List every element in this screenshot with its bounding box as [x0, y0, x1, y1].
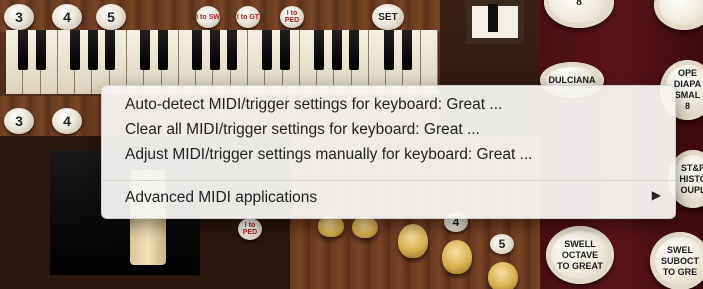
- black-key[interactable]: [314, 30, 324, 70]
- menu-item-advanced-midi[interactable]: Advanced MIDI applications: [125, 189, 317, 207]
- toe-stud[interactable]: [442, 240, 472, 274]
- piston-button[interactable]: 4: [52, 108, 82, 134]
- black-key[interactable]: [88, 30, 98, 70]
- menu-item-clear-all[interactable]: Clear all MIDI/trigger settings for keyb…: [125, 121, 480, 139]
- piston-button[interactable]: 3: [4, 4, 34, 30]
- piston-button[interactable]: 4: [52, 4, 82, 30]
- stop-knob[interactable]: SWEL SUBOCT TO GRE: [650, 232, 703, 289]
- piston-button[interactable]: 3: [4, 108, 34, 134]
- coupler-piston[interactable]: I to GT: [236, 6, 260, 28]
- black-key[interactable]: [262, 30, 272, 70]
- stop-knob[interactable]: SWELL OCTAVE TO GREAT: [546, 226, 614, 284]
- black-key[interactable]: [140, 30, 150, 70]
- black-key[interactable]: [158, 30, 168, 70]
- coupler-piston[interactable]: I to SW: [196, 6, 220, 28]
- toe-stud[interactable]: [488, 262, 518, 289]
- black-key[interactable]: [192, 30, 202, 70]
- black-key[interactable]: [402, 30, 412, 70]
- black-key[interactable]: [349, 30, 359, 70]
- black-key[interactable]: [70, 30, 80, 70]
- coupler-piston[interactable]: I to PED: [238, 218, 262, 240]
- coupler-piston[interactable]: I to PED: [280, 6, 304, 28]
- piston-button[interactable]: 5: [490, 234, 514, 254]
- menu-separator: [102, 180, 675, 181]
- menu-item-auto-detect[interactable]: Auto-detect MIDI/trigger settings for ke…: [125, 96, 502, 114]
- black-key[interactable]: [105, 30, 115, 70]
- keyboard-context-menu: Auto-detect MIDI/trigger settings for ke…: [101, 85, 676, 219]
- set-piston[interactable]: SET: [372, 4, 404, 30]
- music-rest-slot: [488, 4, 498, 32]
- submenu-arrow-icon: ▶: [651, 188, 661, 202]
- black-key[interactable]: [227, 30, 237, 70]
- black-key[interactable]: [332, 30, 342, 70]
- black-key[interactable]: [280, 30, 290, 70]
- toe-stud[interactable]: [352, 216, 378, 238]
- black-key[interactable]: [18, 30, 28, 70]
- piston-button[interactable]: 5: [96, 4, 126, 30]
- toe-stud[interactable]: [398, 224, 428, 258]
- black-key[interactable]: [384, 30, 394, 70]
- menu-item-adjust-manually[interactable]: Adjust MIDI/trigger settings manually fo…: [125, 146, 532, 164]
- black-key[interactable]: [210, 30, 220, 70]
- black-key[interactable]: [36, 30, 46, 70]
